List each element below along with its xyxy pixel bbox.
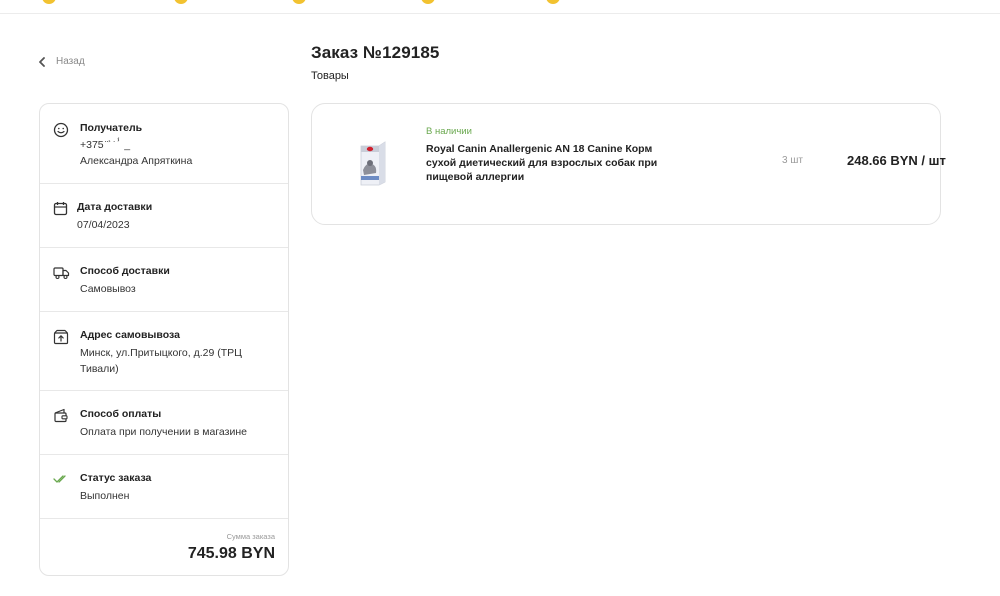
order-total-value: 745.98 BYN (187, 545, 275, 562)
chevron-left-icon (39, 56, 45, 67)
recipient-title: Получатель (80, 122, 143, 134)
order-total-label: Сумма заказа (226, 532, 275, 541)
recipient-section: Получатель +375 ̈ ͐ ͘ ⸯ _ Александра Апр… (40, 104, 288, 184)
product-image[interactable] (348, 137, 396, 189)
nav-icon[interactable] (42, 0, 56, 4)
top-nav-bar (0, 0, 1000, 14)
availability-label: В наличии (426, 126, 472, 137)
payment-method-value: Оплата при получении в магазине (80, 426, 247, 438)
delivery-method-section: Способ доставки Самовывоз (40, 248, 288, 312)
nav-icon[interactable] (174, 0, 188, 4)
smile-icon (53, 122, 69, 138)
product-quantity: 3 шт (782, 155, 803, 166)
delivery-method-value: Самовывоз (80, 283, 136, 295)
order-status-title: Статус заказа (80, 472, 152, 484)
nav-icon[interactable] (421, 0, 435, 4)
delivery-date-section: Дата доставки 07/04/2023 (40, 184, 288, 248)
payment-method-title: Способ оплаты (80, 408, 162, 420)
double-check-icon (53, 475, 66, 483)
product-card: В наличии Royal Canin Anallergenic AN 18… (311, 103, 946, 225)
pickup-address-title: Адрес самовывоза (80, 329, 180, 341)
order-status-section: Статус заказа Выполнен (40, 455, 288, 519)
back-link[interactable]: Назад (38, 56, 85, 67)
nav-icon[interactable] (546, 0, 560, 4)
delivery-method-title: Способ доставки (80, 265, 170, 277)
nav-icon[interactable] (292, 0, 306, 4)
pickup-address-section: Адрес самовывоза Минск, ул.Притыцкого, д… (40, 312, 288, 391)
calendar-icon (53, 202, 68, 216)
back-label: Назад (56, 56, 85, 67)
delivery-date-title: Дата доставки (77, 201, 153, 213)
order-status-value: Выполнен (80, 490, 130, 502)
pickup-address-value: Минск, ул.Притыцкого, д.29 (ТРЦ Тивали) (80, 347, 242, 375)
product-name[interactable]: Royal Canin Anallergenic AN 18 Canine Ко… (426, 142, 671, 184)
page-title: Заказ №129185 (311, 43, 440, 62)
order-info-card: Получатель +375 ̈ ͐ ͘ ⸯ _ Александра Апр… (39, 103, 289, 576)
pickup-box-icon (53, 329, 69, 345)
wallet-icon (54, 408, 68, 423)
recipient-phone: +375 ̈ ͐ ͘ ⸯ _ (80, 139, 131, 151)
truck-icon (53, 267, 70, 280)
recipient-name: Александра Апряткина (80, 155, 193, 167)
payment-method-section: Способ оплаты Оплата при получении в маг… (40, 391, 288, 455)
goods-label: Товары (311, 70, 349, 82)
product-price: 248.66 BYN / шт (847, 153, 946, 168)
delivery-date-value: 07/04/2023 (77, 219, 130, 231)
